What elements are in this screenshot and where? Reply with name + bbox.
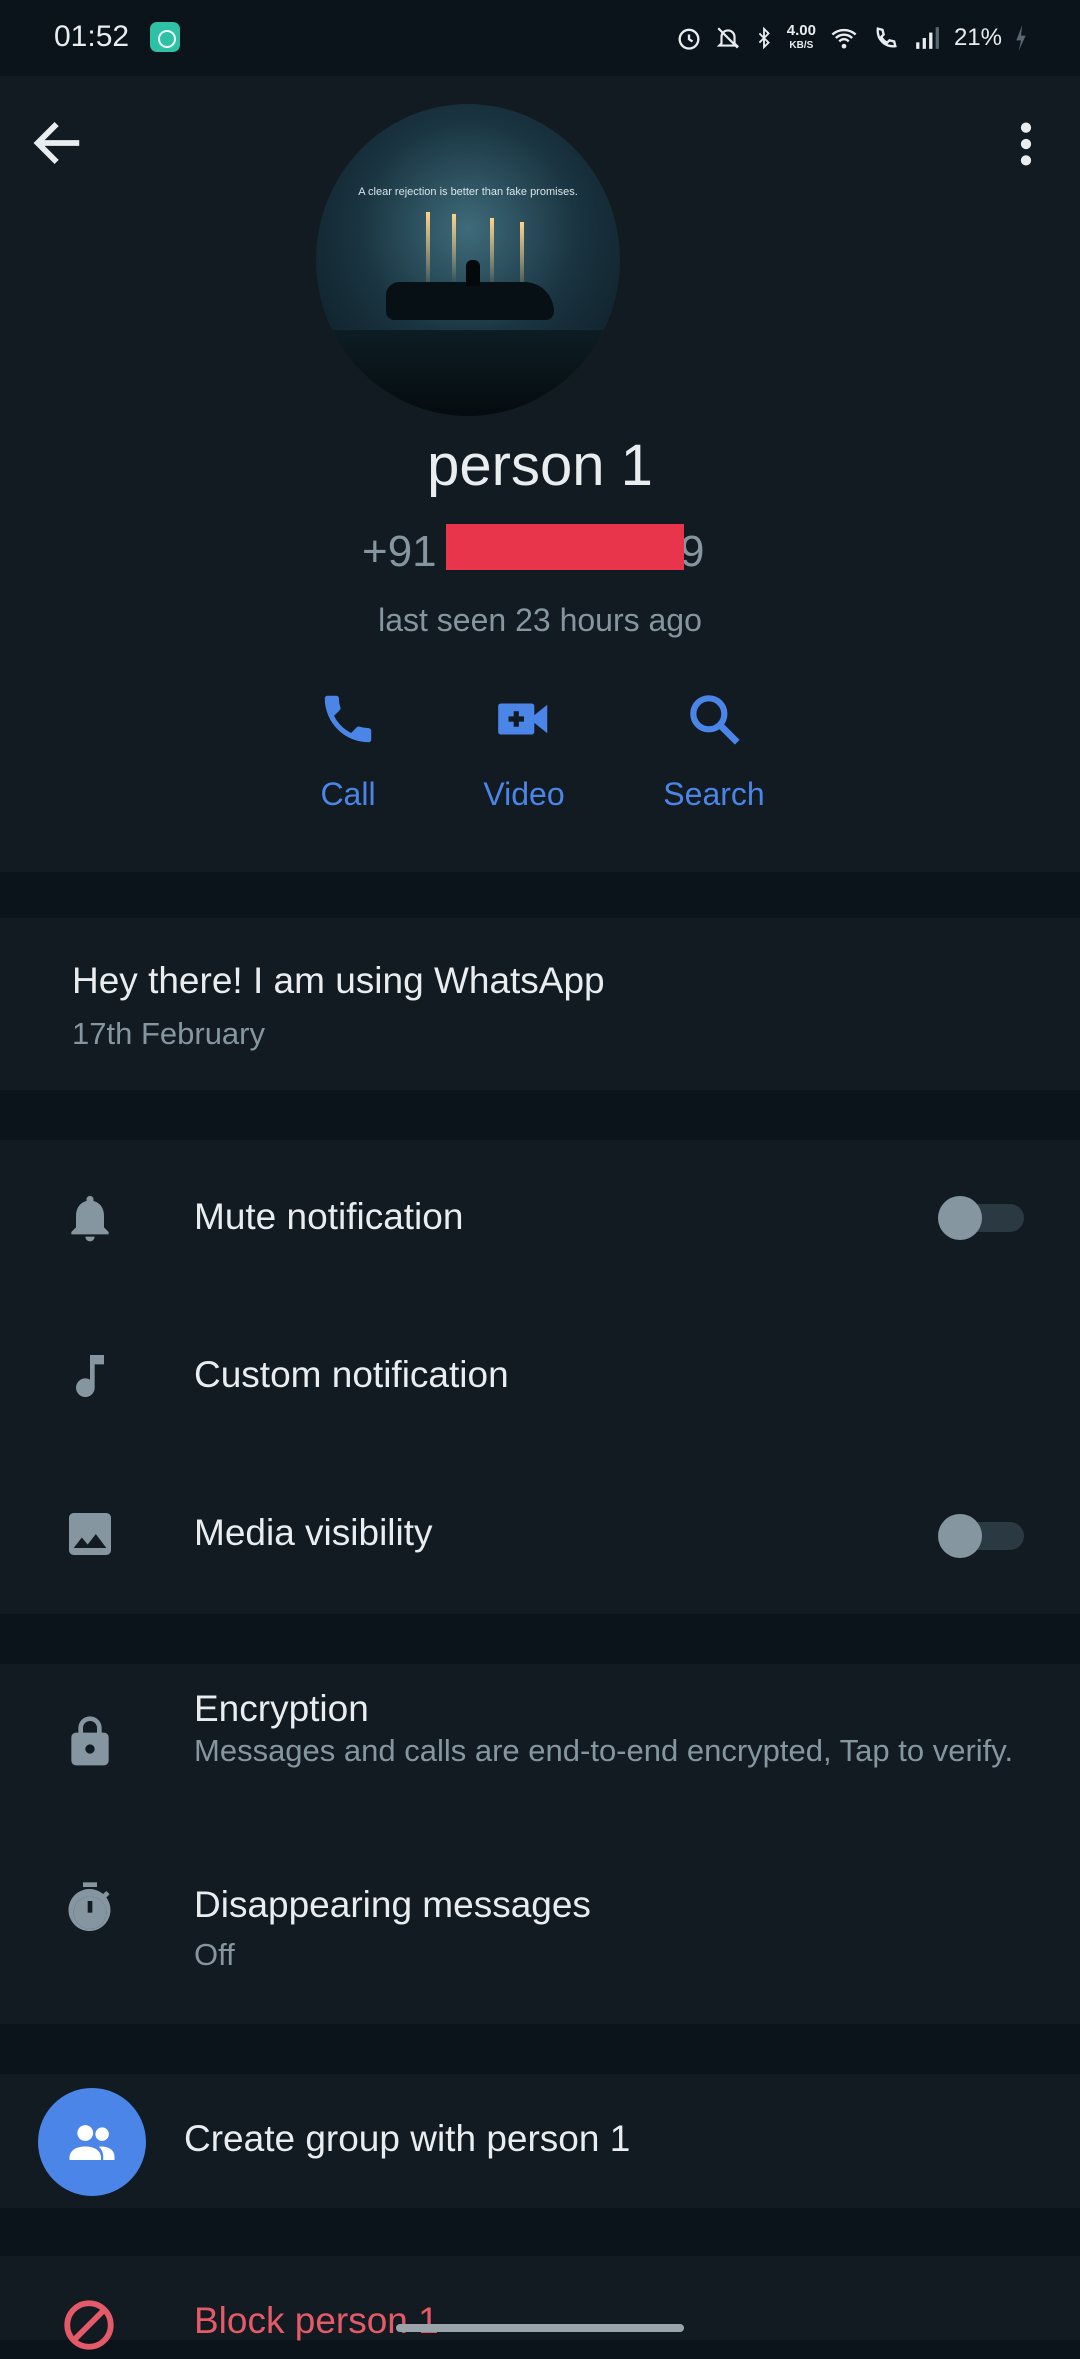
- avatar-ground: [316, 330, 620, 416]
- last-seen: last seen 23 hours ago: [378, 602, 702, 638]
- wifi-calling-icon: [876, 27, 897, 48]
- chat-app-notification-icon: [150, 22, 180, 52]
- bell-icon: [62, 1190, 118, 1246]
- status-bar: 01:52 4.00 KB/S 21%: [0, 0, 1080, 76]
- alarm-icon: [678, 28, 700, 50]
- search-label: Search: [663, 776, 765, 812]
- phone-prefix: +91: [362, 527, 437, 576]
- network-speed: 4.00 KB/S: [786, 22, 816, 51]
- back-button[interactable]: [28, 114, 86, 172]
- mute-notification-row[interactable]: [0, 1156, 1080, 1282]
- block-label: Block person 1: [194, 2300, 439, 2341]
- lamp-light: [426, 212, 430, 292]
- image-icon: [62, 1506, 118, 1562]
- about-text: Hey there! I am using WhatsApp: [72, 960, 605, 1001]
- timer-icon: [62, 1880, 118, 1936]
- contact-name: person 1: [427, 433, 653, 498]
- disappearing-messages-label: Disappearing messages: [194, 1884, 591, 1925]
- mute-notification-label: Mute notification: [194, 1196, 464, 1237]
- custom-notification-label: Custom notification: [194, 1354, 509, 1395]
- phone-redaction: [446, 524, 684, 570]
- search-icon: [690, 695, 740, 745]
- profile-photo[interactable]: A clear rejection is better than fake pr…: [316, 104, 620, 416]
- avatar-figure: [466, 260, 480, 286]
- avatar-caption: A clear rejection is better than fake pr…: [358, 186, 578, 198]
- about-section[interactable]: [0, 918, 1080, 1090]
- custom-notification-row[interactable]: [0, 1314, 1080, 1440]
- avatar-car: [386, 282, 554, 320]
- mute-notification-toggle[interactable]: [938, 1196, 1024, 1240]
- media-visibility-toggle[interactable]: [938, 1514, 1024, 1558]
- signal-icon: [916, 27, 939, 49]
- battery-charging-icon: [1016, 25, 1026, 51]
- about-date: 17th February: [72, 1016, 265, 1051]
- create-group-label: Create group with person 1: [184, 2118, 631, 2159]
- video-icon: [498, 703, 548, 735]
- status-icons: 4.00 KB/S 21%: [675, 18, 1028, 58]
- lock-icon: [62, 1714, 118, 1770]
- block-icon: [60, 2296, 118, 2354]
- more-vertical-icon: [1020, 122, 1032, 166]
- bluetooth-icon: [758, 26, 770, 50]
- disappearing-messages-value: Off: [194, 1937, 235, 1972]
- wifi-icon: [831, 28, 857, 49]
- bell-off-icon: [716, 27, 740, 49]
- music-note-icon: [62, 1348, 118, 1404]
- phone-icon: [324, 695, 372, 743]
- search-button[interactable]: Search: [634, 688, 794, 838]
- video-label: Video: [483, 776, 565, 812]
- lamp-light: [452, 214, 456, 284]
- status-time: 01:52: [54, 20, 130, 53]
- video-call-button[interactable]: Video: [444, 688, 604, 838]
- call-button[interactable]: Call: [268, 688, 428, 838]
- group-icon: [69, 2125, 115, 2160]
- battery-percent: 21%: [953, 24, 1002, 51]
- lamp-light: [490, 218, 494, 288]
- encryption-label: Encryption: [194, 1688, 369, 1729]
- create-group-button[interactable]: [38, 2088, 146, 2196]
- more-options-button[interactable]: [1002, 116, 1050, 172]
- home-indicator[interactable]: [396, 2324, 684, 2332]
- media-visibility-label: Media visibility: [194, 1512, 433, 1553]
- media-visibility-row[interactable]: [0, 1472, 1080, 1598]
- arrow-left-icon: [33, 121, 80, 165]
- call-label: Call: [320, 776, 376, 812]
- encryption-description: Messages and calls are end-to-end encryp…: [194, 1733, 1014, 1768]
- disappearing-messages-row[interactable]: [0, 1856, 1080, 2006]
